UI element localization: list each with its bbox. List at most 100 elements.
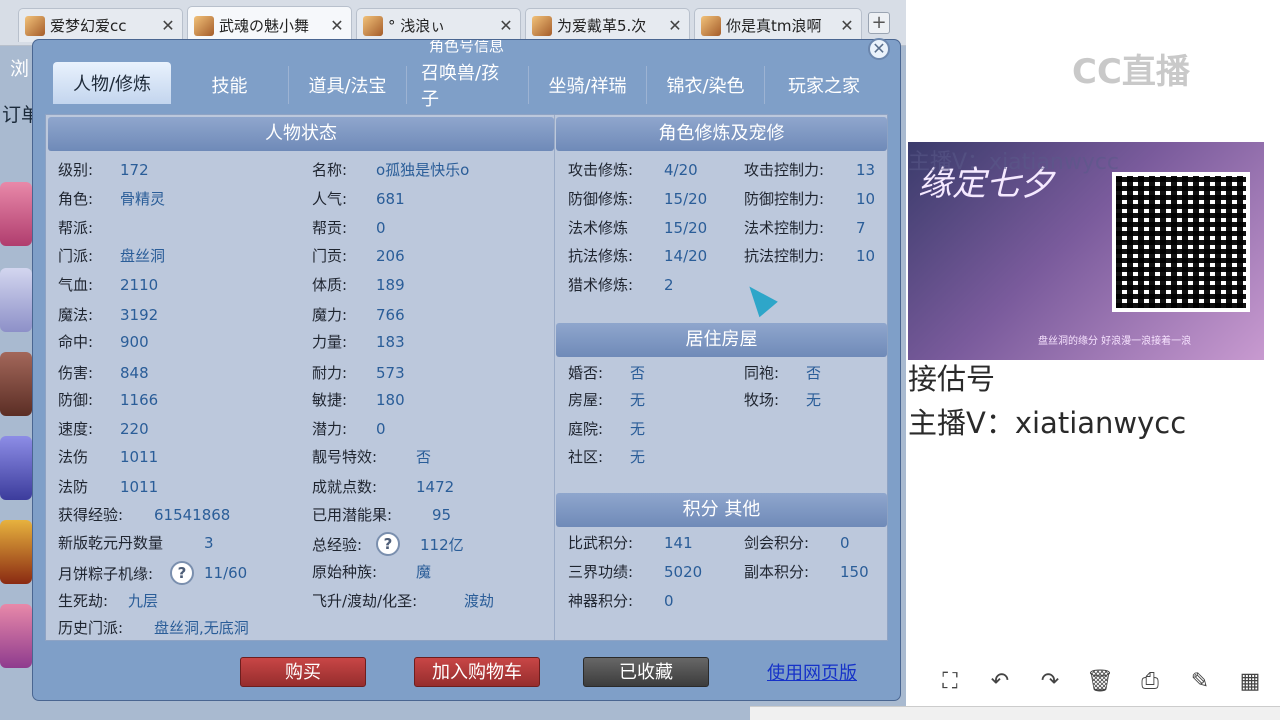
stat-label: 房屋: [568,391,604,409]
help-icon[interactable]: ? [170,561,194,585]
tab-player-home[interactable]: 玩家之家 [765,66,883,104]
stat-label: 婚否: [568,364,604,382]
close-icon[interactable]: ✕ [868,38,890,60]
add-to-cart-button[interactable]: 加入购物车 [414,657,540,687]
stat-row: 生死劫: 九层 [58,590,158,611]
tab-items[interactable]: 道具/法宝 [289,66,407,104]
stat-value: 2110 [120,275,159,294]
section-header-points: 积分 其他 [556,493,887,527]
window-title: 角色号信息 [428,40,504,55]
stat-label: 人气: [312,190,348,208]
stat-value: 1011 [120,477,159,496]
stat-value: 无 [630,448,646,466]
tab-skills[interactable]: 技能 [171,66,289,104]
stat-value: 15/20 [664,218,708,237]
trash-icon[interactable]: 🗑 [1086,668,1114,696]
redo-icon[interactable]: ↷ [1036,668,1064,696]
section-header-status: 人物状态 [48,117,554,151]
stat-value: 5020 [664,562,703,581]
character-avatar[interactable] [0,352,32,416]
stat-row: 敏捷: 180 [312,389,405,410]
new-tab-button[interactable]: + [868,12,890,34]
tab-close-icon[interactable]: ✕ [160,16,176,35]
stat-value: 15/20 [664,189,708,208]
undo-icon[interactable]: ↶ [986,668,1014,696]
character-avatar[interactable] [0,182,32,246]
stat-label: 比武积分: [568,534,634,552]
tab-mounts[interactable]: 坐骑/祥瑞 [529,66,647,104]
stat-label: 体质: [312,276,348,294]
tab-close-icon[interactable]: ✕ [667,16,683,35]
stat-label: 防御控制力: [744,190,825,208]
stream-notice: 接估号 [908,362,996,396]
crop-icon[interactable]: ⛶ [936,668,964,696]
stat-label: 门贡: [312,247,348,265]
stat-value: 13 [856,160,876,179]
browser-tab-3[interactable]: ° 浅浪ぃ ✕ [356,8,521,42]
stat-label: 速度: [58,420,94,438]
help-icon[interactable]: ? [376,532,400,556]
stat-label: 攻击控制力: [744,161,825,179]
tab-pets[interactable]: 召唤兽/孩子 [407,63,529,110]
browser-tab-4[interactable]: 为爱戴革5.次 ✕ [525,8,690,42]
saved-button[interactable]: 已收藏 [583,657,709,687]
stat-row: 历史门派: 盘丝洞,无底洞 [58,617,249,638]
tab-close-icon[interactable]: ✕ [498,16,514,35]
character-avatar[interactable] [0,604,32,668]
tab-favicon-icon [194,15,214,36]
stat-label: 月饼粽子机缘: [58,564,154,583]
tab-close-icon[interactable]: ✕ [839,16,855,35]
stat-value: 否 [630,364,646,382]
stat-value: 7 [856,218,866,237]
buy-button[interactable]: 购买 [240,657,366,687]
stat-row: 角色: 骨精灵 [58,188,165,209]
stat-label: 法术控制力: [744,219,825,237]
cultivation-row: 攻击控制力: 13 [744,159,875,180]
browser-tab-1[interactable]: 爱梦幻爱cc ✕ [18,8,183,42]
stat-label: 总经验: [312,535,363,554]
stat-label: 社区: [568,448,604,466]
stat-value: 10 [856,189,876,208]
stat-value: 189 [376,275,405,294]
stat-label: 同袍: [744,364,780,382]
stat-label: 已用潜能果: [312,506,393,524]
stat-value: 206 [376,246,405,265]
stat-value: 骨精灵 [120,190,166,208]
browser-tab-2[interactable]: 武魂の魅小舞 ✕ [187,6,352,44]
stat-row: 潜力: 0 [312,418,386,439]
tab-close-icon[interactable]: ✕ [329,16,345,35]
cultivation-row: 法术修炼 15/20 [568,217,707,238]
stat-label: 原始种族: [312,563,378,581]
tab-outfits[interactable]: 锦衣/染色 [647,66,765,104]
stat-row: 伤害: 848 [58,362,149,383]
stat-value: 九层 [128,592,159,610]
stat-value: 141 [664,533,693,552]
stat-label: 命中: [58,333,94,351]
stat-row: 原始种族: 魔 [312,561,431,582]
housing-row: 社区: 无 [568,446,645,467]
apps-icon[interactable]: ▦ [1236,668,1264,696]
stat-value: 渡劫 [464,592,495,610]
role-info-window: 角色号信息 ✕ 人物/修炼 技能 道具/法宝 召唤兽/孩子 坐骑/祥瑞 锦衣/染… [33,38,900,700]
print-icon[interactable]: ⎙ [1136,668,1164,696]
category-tabs: 人物/修炼 技能 道具/法宝 召唤兽/孩子 坐骑/祥瑞 锦衣/染色 玩家之家 [53,62,893,110]
stat-label: 新版乾元丹数量 [58,534,164,552]
tab-character[interactable]: 人物/修炼 [53,62,171,104]
stat-value: 否 [806,364,822,382]
stat-label: 伤害: [58,364,94,382]
web-version-link[interactable]: 使用网页版 [767,659,857,685]
stat-row: 人气: 681 [312,188,405,209]
stat-row: 成就点数: 1472 [312,476,454,497]
qr-code-icon [1112,172,1250,312]
character-avatar[interactable] [0,268,32,332]
stat-value: 681 [376,189,405,208]
character-avatar[interactable] [0,436,32,500]
browser-tab-5[interactable]: 你是真tm浪啊 ✕ [694,8,862,42]
edit-icon[interactable]: ✎ [1186,668,1214,696]
stat-value: 0 [376,218,386,237]
stat-label: 抗法修炼: [568,247,634,265]
tab-label: 你是真tm浪啊 [726,17,822,35]
stat-row: 级别: 172 [58,159,149,180]
cc-live-logo: CC直播 [1072,52,1190,92]
character-avatar[interactable] [0,520,32,584]
